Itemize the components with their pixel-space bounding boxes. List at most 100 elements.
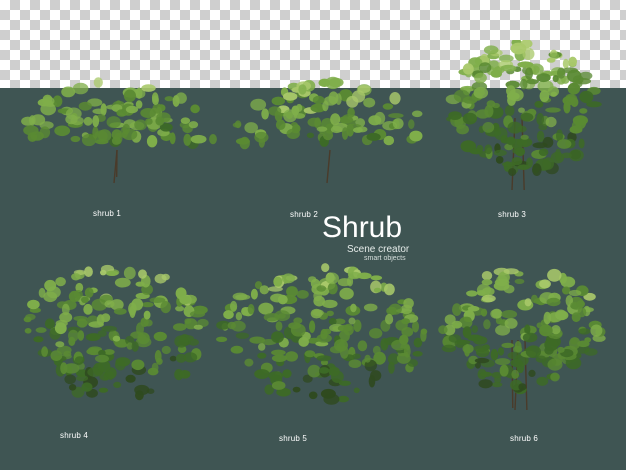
- leaf-cluster: [499, 364, 509, 377]
- leaf-cluster: [382, 103, 394, 110]
- leaf-cluster: [70, 116, 84, 126]
- leaf-cluster: [149, 297, 166, 303]
- leaf-cluster: [590, 324, 603, 337]
- leaf-cluster: [129, 305, 136, 318]
- leaf-cluster: [368, 375, 376, 388]
- leaf-cluster: [555, 309, 567, 321]
- shrub-5-image: [216, 263, 428, 405]
- leaf-cluster: [267, 286, 283, 292]
- leaf-cluster: [532, 163, 542, 176]
- leaf-cluster: [143, 319, 153, 327]
- leaf-cluster: [467, 305, 480, 312]
- leaf-cluster: [173, 323, 187, 331]
- leaf-cluster: [401, 318, 410, 325]
- leaf-cluster: [288, 322, 301, 330]
- leaf-cluster: [353, 387, 360, 394]
- leaf-cluster: [322, 299, 338, 309]
- leaf-cluster: [476, 283, 491, 297]
- leaf-cluster: [518, 383, 527, 391]
- leaf-cluster: [508, 168, 517, 177]
- leaf-cluster: [341, 127, 349, 140]
- shrub-stem: [326, 149, 331, 184]
- leaf-cluster: [388, 113, 404, 119]
- leaf-cluster: [81, 133, 97, 147]
- leaf-cluster: [156, 357, 163, 365]
- leaf-cluster: [568, 56, 577, 67]
- leaf-cluster: [575, 116, 587, 130]
- leaf-cluster: [481, 294, 496, 303]
- leaf-cluster: [61, 86, 76, 98]
- leaf-cluster: [271, 331, 284, 343]
- leaf-cluster: [190, 104, 200, 114]
- leaf-cluster: [169, 355, 177, 362]
- leaf-cluster: [216, 336, 228, 342]
- leaf-cluster: [68, 384, 77, 391]
- leaf-cluster: [328, 366, 340, 377]
- leaf-cluster: [97, 129, 112, 142]
- leaf-cluster: [501, 342, 514, 348]
- leaf-cluster: [180, 117, 191, 124]
- leaf-cluster: [490, 348, 499, 361]
- leaf-cluster: [41, 96, 55, 106]
- leaf-cluster: [520, 134, 529, 140]
- leaf-cluster: [285, 351, 298, 362]
- leaf-cluster: [271, 96, 285, 106]
- leaf-cluster: [374, 111, 386, 125]
- leaf-cluster: [507, 94, 516, 106]
- leaf-cluster: [54, 125, 71, 137]
- leaf-cluster: [235, 294, 251, 300]
- leaf-cluster: [369, 328, 383, 339]
- leaf-cluster: [188, 121, 199, 129]
- leaf-cluster: [504, 105, 515, 117]
- leaf-cluster: [92, 115, 100, 128]
- leaf-cluster: [546, 297, 561, 307]
- leaf-cluster: [373, 287, 382, 293]
- leaf-cluster: [514, 341, 522, 353]
- leaf-cluster: [235, 332, 250, 339]
- leaf-cluster: [63, 363, 80, 374]
- leaf-cluster: [526, 157, 533, 169]
- leaf-cluster: [81, 382, 93, 392]
- leaf-cluster: [304, 350, 316, 358]
- leaf-cluster: [348, 359, 362, 368]
- leaf-cluster: [483, 319, 491, 330]
- leaf-cluster: [547, 86, 559, 97]
- leaf-cluster: [100, 269, 107, 276]
- leaf-cluster: [76, 318, 88, 328]
- leaf-cluster: [55, 341, 65, 348]
- leaf-cluster: [478, 62, 492, 73]
- leaf-cluster: [298, 84, 307, 95]
- leaf-cluster: [277, 294, 288, 305]
- leaf-cluster: [452, 303, 462, 316]
- leaf-cluster: [325, 272, 339, 285]
- leaf-cluster: [334, 339, 348, 352]
- subtitle-scene-creator: Scene creator: [347, 244, 410, 255]
- leaf-cluster: [244, 358, 254, 367]
- shrub-6-label: shrub 6: [510, 434, 539, 443]
- leaf-cluster: [235, 312, 243, 321]
- leaf-cluster: [275, 119, 286, 130]
- leaf-cluster: [364, 354, 371, 363]
- leaf-cluster: [495, 156, 504, 164]
- leaf-cluster: [520, 112, 534, 122]
- leaf-cluster: [258, 302, 274, 315]
- leaf-cluster: [463, 316, 472, 322]
- shrub-6-image: [438, 267, 606, 411]
- leaf-cluster: [134, 384, 150, 396]
- leaf-cluster: [500, 64, 517, 72]
- leaf-cluster: [538, 123, 548, 131]
- leaf-cluster: [123, 266, 136, 280]
- leaf-cluster: [274, 310, 291, 322]
- leaf-cluster: [271, 381, 286, 390]
- leaf-cluster: [557, 67, 566, 79]
- leaf-cluster: [532, 142, 548, 149]
- leaf-cluster: [183, 352, 198, 363]
- leaf-cluster: [81, 296, 89, 303]
- leaf-cluster: [298, 336, 309, 347]
- leaf-cluster: [275, 321, 283, 331]
- shrub-2-image: [232, 76, 423, 184]
- leaf-cluster: [136, 87, 143, 99]
- leaf-cluster: [462, 112, 477, 125]
- leaf-cluster: [84, 266, 93, 277]
- leaf-cluster: [539, 90, 550, 102]
